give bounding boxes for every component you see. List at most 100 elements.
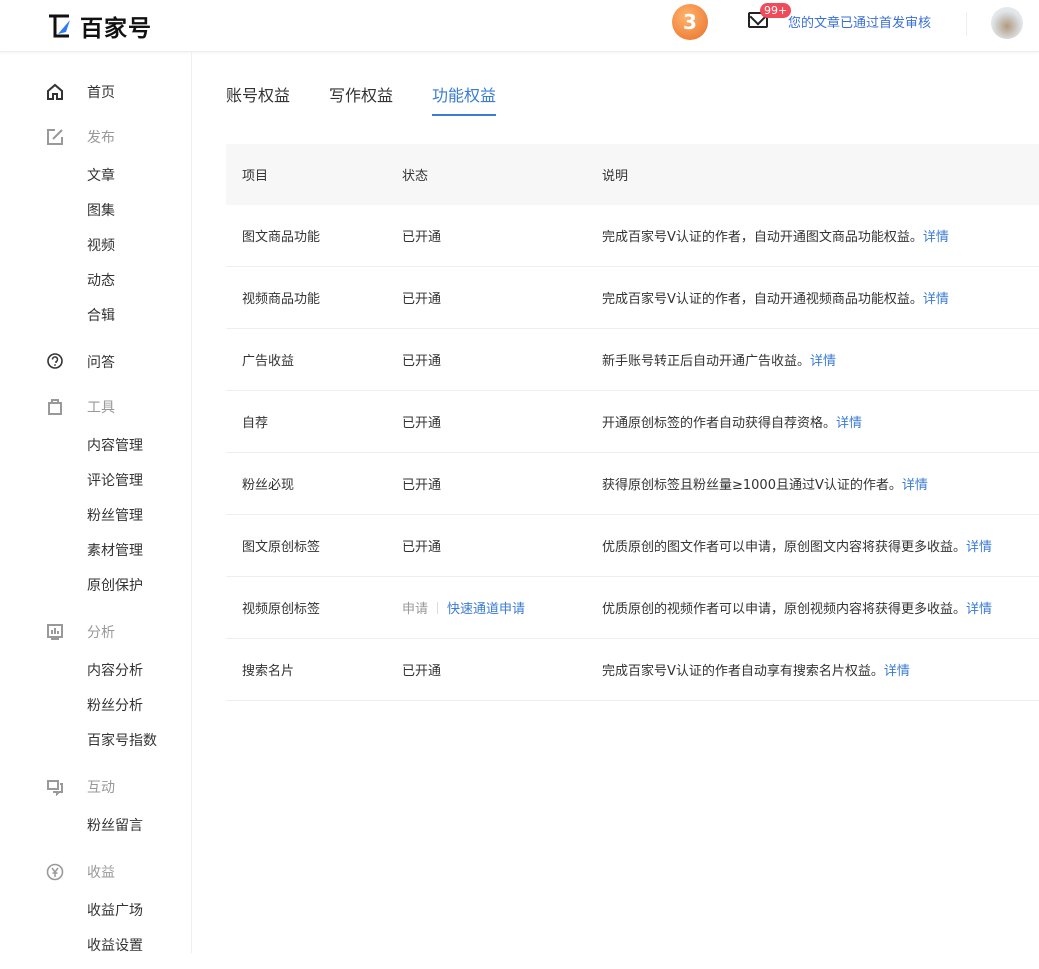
detail-link[interactable]: 详情 [884,664,910,679]
sidebar-group-analysis[interactable]: 分析 [0,609,191,654]
sidebar-item-video[interactable]: 视频 [0,229,191,264]
tab-feature-rights[interactable]: 功能权益 [432,82,496,116]
table-row: 图文商品功能 已开通 完成百家号V认证的作者，自动开通图文商品功能权益。详情 [226,205,1039,267]
sidebar-item-content-analysis[interactable]: 内容分析 [0,654,191,689]
description-cell: 开通原创标签的作者自动获得自荐资格。详情 [602,412,1039,431]
sidebar-group-tools[interactable]: 工具 [0,384,191,429]
sidebar-item-index[interactable]: 百家号指数 [0,724,191,759]
status-text: 已开通 [402,230,441,245]
baijiahao-logo[interactable]: 百家号 [46,9,152,43]
table-row: 视频原创标签 申请 快速通道申请 优质原创的视频作者可以申请，原创视频内容将获得更… [226,577,1039,639]
sidebar-item-fans-analysis[interactable]: 粉丝分析 [0,689,191,724]
status-cell: 已开通 [402,536,602,555]
avatar[interactable] [991,7,1023,39]
sidebar-item-comment-manage[interactable]: 评论管理 [0,464,191,499]
bag-icon [46,398,64,416]
notice-link[interactable]: 您的文章已通过首发审核 [788,12,931,31]
status-cell: 已开通 [402,288,602,307]
status-text: 已开通 [402,292,441,307]
status-cell: 已开通 [402,660,602,679]
item-name: 搜索名片 [226,660,402,679]
status-cell: 申请 快速通道申请 [402,598,602,617]
sidebar-item-qa[interactable]: 问答 [0,339,191,384]
tab-writing-rights[interactable]: 写作权益 [329,82,393,116]
brand-name: 百家号 [80,9,152,43]
sidebar-item-label: 首页 [87,82,115,102]
yen-icon [46,863,64,881]
item-name: 粉丝必现 [226,474,402,493]
status-text: 已开通 [402,478,441,493]
chart-icon [46,623,64,641]
sidebar-group-label: 工具 [87,397,115,417]
table-row: 自荐 已开通 开通原创标签的作者自动获得自荐资格。详情 [226,391,1039,453]
sidebar-item-fans-manage[interactable]: 粉丝管理 [0,499,191,534]
apply-button[interactable]: 申请 [402,602,428,617]
status-cell: 已开通 [402,350,602,369]
sidebar-item-income-square[interactable]: 收益广场 [0,894,191,929]
status-cell: 已开通 [402,226,602,245]
tabs: 账号权益 写作权益 功能权益 [226,82,496,116]
divider [966,12,967,36]
description-text: 新手账号转正后自动开通广告收益。 [602,354,810,369]
detail-link[interactable]: 详情 [836,416,862,431]
description-text: 完成百家号V认证的作者，自动开通图文商品功能权益。 [602,230,923,245]
status-text: 已开通 [402,540,441,555]
table-header: 项目 状态 说明 [226,144,1039,205]
status-text: 已开通 [402,354,441,369]
detail-link[interactable]: 详情 [923,230,949,245]
home-icon [46,83,64,101]
sidebar-group-label: 分析 [87,622,115,642]
sidebar-item-material-manage[interactable]: 素材管理 [0,534,191,569]
sidebar-item-original-protect[interactable]: 原创保护 [0,569,191,604]
table-row: 图文原创标签 已开通 优质原创的图文作者可以申请，原创图文内容将获得更多收益。详… [226,515,1039,577]
top-header: 百家号 3 99+ 您的文章已通过首发审核 [0,0,1039,52]
status-cell: 已开通 [402,474,602,493]
detail-link[interactable]: 详情 [966,602,992,617]
detail-link[interactable]: 详情 [966,540,992,555]
table-row: 粉丝必现 已开通 获得原创标签且粉丝量≥1000且通过V认证的作者。详情 [226,453,1039,515]
column-header-status: 状态 [402,165,602,184]
detail-link[interactable]: 详情 [810,354,836,369]
sidebar-group-income[interactable]: 收益 [0,849,191,894]
sidebar-group-label: 互动 [87,777,115,797]
description-text: 获得原创标签且粉丝量≥1000且通过V认证的作者。 [602,478,902,493]
question-icon [46,353,64,371]
sidebar-item-gallery[interactable]: 图集 [0,194,191,229]
sidebar-group-label: 发布 [87,127,115,147]
divider [437,602,438,614]
sidebar-item-fans-message[interactable]: 粉丝留言 [0,809,191,844]
description-text: 优质原创的视频作者可以申请，原创视频内容将获得更多收益。 [602,602,966,617]
description-text: 完成百家号V认证的作者，自动开通视频商品功能权益。 [602,292,923,307]
sidebar-item-label: 问答 [87,352,115,372]
item-name: 视频商品功能 [226,288,402,307]
sidebar-item-collection[interactable]: 合辑 [0,299,191,334]
item-name: 自荐 [226,412,402,431]
sidebar-group-label: 收益 [87,862,115,882]
detail-link[interactable]: 详情 [902,478,928,493]
tab-account-rights[interactable]: 账号权益 [226,82,290,116]
sidebar-item-home[interactable]: 首页 [0,69,191,114]
sidebar: 首页 发布 文章 图集 视频 动态 合辑 问答 工具 内容管理 评论管理 粉丝管… [0,52,192,953]
column-header-description: 说明 [602,165,1039,184]
sidebar-item-dynamic[interactable]: 动态 [0,264,191,299]
description-cell: 获得原创标签且粉丝量≥1000且通过V认证的作者。详情 [602,474,1039,493]
sidebar-group-interact[interactable]: 互动 [0,764,191,809]
sidebar-item-article[interactable]: 文章 [0,159,191,194]
description-cell: 完成百家号V认证的作者，自动开通视频商品功能权益。详情 [602,288,1039,307]
rights-table: 项目 状态 说明 图文商品功能 已开通 完成百家号V认证的作者，自动开通图文商品… [226,144,1039,701]
description-text: 优质原创的图文作者可以申请，原创图文内容将获得更多收益。 [602,540,966,555]
main-content: 账号权益 写作权益 功能权益 项目 状态 说明 图文商品功能 已开通 完成百家号… [192,52,1039,953]
description-cell: 优质原创的视频作者可以申请，原创视频内容将获得更多收益。详情 [602,598,1039,617]
item-name: 视频原创标签 [226,598,402,617]
sidebar-item-content-manage[interactable]: 内容管理 [0,429,191,464]
column-header-item: 项目 [226,165,402,184]
fast-apply-link[interactable]: 快速通道申请 [447,602,525,617]
status-cell: 已开通 [402,412,602,431]
detail-link[interactable]: 详情 [923,292,949,307]
description-cell: 新手账号转正后自动开通广告收益。详情 [602,350,1039,369]
sidebar-item-income-settings[interactable]: 收益设置 [0,929,191,964]
status-text: 已开通 [402,416,441,431]
table-row: 广告收益 已开通 新手账号转正后自动开通广告收益。详情 [226,329,1039,391]
coin-icon[interactable]: 3 [672,4,708,40]
sidebar-group-publish[interactable]: 发布 [0,114,191,159]
